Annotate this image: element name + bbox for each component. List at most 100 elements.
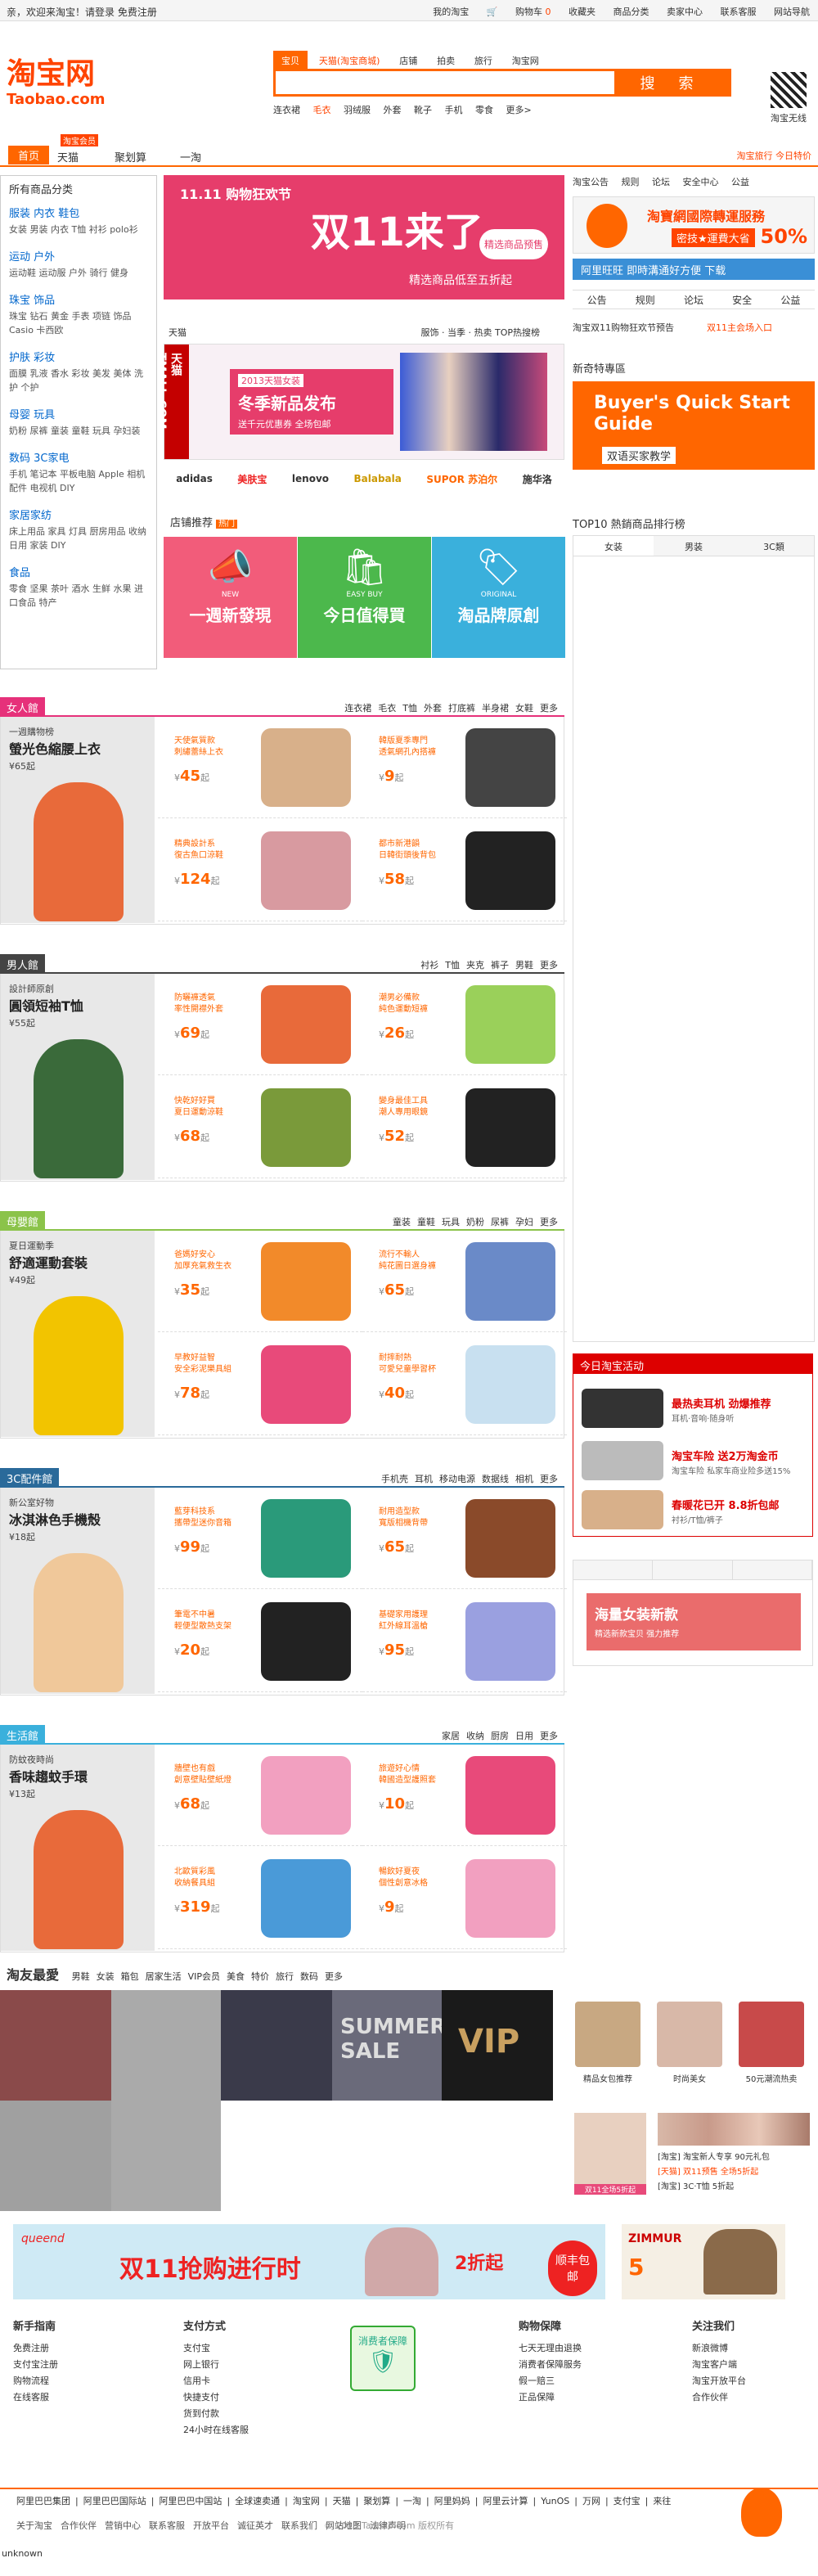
section-link[interactable]: 夹克 bbox=[466, 960, 484, 971]
footer-link[interactable]: 联系我们 bbox=[281, 2520, 317, 2531]
sidebar-category[interactable]: 服装 内衣 鞋包 女装 男装 内衣 T恤 衬衫 polo衫 bbox=[1, 201, 156, 245]
product-card[interactable]: 早教好益智 安全彩泥樂具組 ¥78起 bbox=[158, 1334, 362, 1435]
featured-product[interactable]: 設計師原創 圓領短袖T恤 ¥55起 bbox=[1, 974, 155, 1180]
aliwangwang-banner[interactable]: 阿里旺旺 即時溝通好方便 下载 bbox=[573, 259, 815, 280]
product-card[interactable]: 變身最佳工具 潮人專用眼鏡 ¥52起 bbox=[362, 1077, 567, 1178]
hot-search-item[interactable]: 零食 bbox=[475, 105, 493, 115]
section-name[interactable]: 男人館 bbox=[0, 954, 46, 972]
tile-worth-buying[interactable]: 🛍 EASY BUY 今日值得買 bbox=[298, 537, 431, 658]
brand-logo[interactable]: 美肤宝 bbox=[237, 472, 267, 486]
fav-item[interactable]: 时尚美女 bbox=[651, 2002, 728, 2084]
top10-tab[interactable]: 女装 bbox=[573, 536, 654, 556]
section-link[interactable]: 裤子 bbox=[491, 960, 509, 971]
search-tab-item[interactable]: 宝贝 bbox=[273, 51, 308, 70]
nav-juhuasuan[interactable]: 聚划算 bbox=[115, 149, 146, 164]
product-card[interactable]: 基礎家用護理 紅外線耳溫槍 ¥95起 bbox=[362, 1591, 567, 1692]
product-card[interactable]: 精典設計系 復古魚口涼鞋 ¥124起 bbox=[158, 820, 362, 921]
section-link[interactable]: 童鞋 bbox=[417, 1217, 435, 1227]
qr-code-label[interactable]: 淘宝无线 bbox=[771, 72, 807, 124]
section-link[interactable]: 童装 bbox=[393, 1217, 411, 1227]
section-link[interactable]: T恤 bbox=[445, 960, 460, 971]
fav-tile-image[interactable] bbox=[111, 1990, 221, 2211]
sidebar-category[interactable]: 数码 3C家电 手机 笔记本 平板电脑 Apple 相机 配件 电视机 DIY bbox=[1, 446, 156, 503]
sidebar-category[interactable]: 运动 户外 运动鞋 运动服 户外 骑行 健身 bbox=[1, 245, 156, 288]
footer-link[interactable]: 淘宝网 bbox=[293, 2496, 320, 2506]
section-link[interactable]: 连衣裙 bbox=[344, 703, 371, 714]
tab-security[interactable]: 安全 bbox=[732, 293, 752, 307]
nav-home[interactable]: 首页 bbox=[8, 146, 50, 164]
section-link[interactable]: 外套 bbox=[424, 703, 442, 714]
top-link-categories[interactable]: 商品分类 bbox=[614, 7, 649, 17]
footer-link[interactable]: 营销中心 bbox=[105, 2520, 141, 2531]
section-name[interactable]: 生活館 bbox=[0, 1725, 46, 1743]
sidebar-category[interactable]: 珠宝 饰品 珠宝 钻石 黄金 手表 项链 饰品 Casio 卡西欧 bbox=[1, 288, 156, 345]
section-link[interactable]: 孕妇 bbox=[515, 1217, 533, 1227]
footer-link[interactable]: 聚划算 bbox=[363, 2496, 390, 2506]
product-card[interactable]: 爸媽好安心 加厚充氣救生衣 ¥35起 bbox=[158, 1231, 362, 1332]
footer-link[interactable]: 阿里妈妈 bbox=[434, 2496, 470, 2506]
nav-travel-promo[interactable]: 淘宝旅行 今日特价 bbox=[737, 149, 812, 162]
section-link[interactable]: 更多 bbox=[540, 1731, 558, 1741]
section-link[interactable]: T恤 bbox=[402, 703, 417, 714]
section-name[interactable]: 女人館 bbox=[0, 697, 46, 715]
tab-forum[interactable]: 论坛 bbox=[684, 293, 703, 307]
search-tab-shop[interactable]: 店铺 bbox=[391, 51, 425, 70]
hot-search-item[interactable]: 连衣裙 bbox=[273, 105, 300, 115]
footer-link[interactable]: 来往 bbox=[653, 2496, 671, 2506]
fav-tile-sale-image[interactable]: SUMMER SALE bbox=[332, 1990, 446, 2101]
hot-search-item[interactable]: 靴子 bbox=[414, 105, 432, 115]
footer-link[interactable]: YunOS bbox=[541, 2496, 569, 2506]
section-link[interactable]: 更多 bbox=[540, 1474, 558, 1484]
top-link-cart[interactable]: 🛒 购物车 0 bbox=[487, 7, 551, 17]
section-link[interactable]: 半身裙 bbox=[482, 703, 509, 714]
section-link[interactable]: 打底裤 bbox=[448, 703, 475, 714]
top-link-seller[interactable]: 卖家中心 bbox=[667, 7, 703, 17]
brand-logo[interactable]: 施华洛 bbox=[523, 472, 552, 486]
double11-ad[interactable]: queend 双11抢购进行时 2折起 顺丰包邮 bbox=[13, 2224, 605, 2299]
buyer-guide-banner[interactable]: Buyer's Quick Start Guide 双语买家教学 bbox=[573, 381, 815, 470]
activity-item[interactable]: 淘宝车险 送2万淘金币 淘宝车险 私家车商业险多送15% bbox=[582, 1436, 806, 1485]
hot-search-item[interactable]: 外套 bbox=[384, 105, 402, 115]
shipping-banner[interactable]: 淘寶網國際轉運服務 密技★運費大省 50% bbox=[573, 196, 815, 254]
product-card[interactable]: 耐摔耐熱 可愛兒童學習杯 ¥40起 bbox=[362, 1334, 567, 1435]
activity-item[interactable]: 最热卖耳机 劲爆推荐 耳机·音响·随身听 bbox=[582, 1384, 806, 1433]
tab-rules[interactable]: 规则 bbox=[636, 293, 655, 307]
tile-new-finds[interactable]: 📣 NEW 一週新發現 bbox=[164, 537, 297, 658]
fav-tile-vip-image[interactable]: VIP bbox=[442, 1990, 553, 2101]
greeting[interactable]: 亲，欢迎来淘宝！请登录 免费注册 bbox=[7, 5, 157, 19]
section-link[interactable]: 毛衣 bbox=[378, 703, 396, 714]
footer-link[interactable]: 阿里巴巴中国站 bbox=[159, 2496, 222, 2506]
search-tab-travel[interactable]: 旅行 bbox=[466, 51, 501, 70]
brand-logo[interactable]: adidas bbox=[176, 473, 213, 484]
footer-link[interactable]: 阿里巴巴集团 bbox=[16, 2496, 70, 2506]
product-card[interactable]: 防曬褲透氣 率性開襟外套 ¥69起 bbox=[158, 974, 362, 1075]
product-card[interactable]: 暢飲好夏夜 個性創意冰格 ¥9起 bbox=[362, 1848, 567, 1949]
top-link-favorites[interactable]: 收藏夹 bbox=[569, 7, 596, 17]
section-link[interactable]: 移动电源 bbox=[439, 1474, 475, 1484]
section-link[interactable]: 男鞋 bbox=[515, 960, 533, 971]
section-link[interactable]: 数据线 bbox=[482, 1474, 509, 1484]
section-link[interactable]: 收纳 bbox=[466, 1731, 484, 1741]
product-card[interactable]: 流行不輸人 純花圖日選身褲 ¥65起 bbox=[362, 1231, 567, 1332]
section-link[interactable]: 衬衫 bbox=[420, 960, 438, 971]
section-link[interactable]: 更多 bbox=[540, 960, 558, 971]
section-link[interactable]: 耳机 bbox=[415, 1474, 433, 1484]
section-link[interactable]: 家居 bbox=[442, 1731, 460, 1741]
featured-product[interactable]: 防蚊夜時尚 香味趨蚊手環 ¥13起 bbox=[1, 1745, 155, 1951]
footer-link[interactable]: 阿里巴巴国际站 bbox=[83, 2496, 146, 2506]
fav-thumbs[interactable] bbox=[658, 2113, 810, 2146]
search-button[interactable]: 搜 索 bbox=[614, 71, 729, 94]
section-link[interactable]: 日用 bbox=[515, 1731, 533, 1741]
fav-tile-image[interactable] bbox=[0, 2101, 111, 2211]
logo[interactable]: 淘宝网 Taobao.com bbox=[7, 57, 129, 115]
section-link[interactable]: 相机 bbox=[515, 1474, 533, 1484]
product-card[interactable]: 都市新港韻 日韓街頭後背包 ¥58起 bbox=[362, 820, 567, 921]
top-link-site-nav[interactable]: 网站导航 bbox=[774, 7, 810, 17]
product-card[interactable]: 快乾好好買 夏日運動涼鞋 ¥68起 bbox=[158, 1077, 362, 1178]
product-card[interactable]: 北歐質彩風 收納餐具組 ¥319起 bbox=[158, 1848, 362, 1949]
product-card[interactable]: 耐用造型款 寬版相機背帶 ¥65起 bbox=[362, 1488, 567, 1589]
fav-tile-clock-image[interactable] bbox=[221, 1990, 332, 2101]
footer-link[interactable]: 阿里云计算 bbox=[483, 2496, 528, 2506]
fav-tile-image[interactable] bbox=[0, 1990, 111, 2101]
search-tab-taobao[interactable]: 淘宝网 bbox=[504, 51, 547, 70]
